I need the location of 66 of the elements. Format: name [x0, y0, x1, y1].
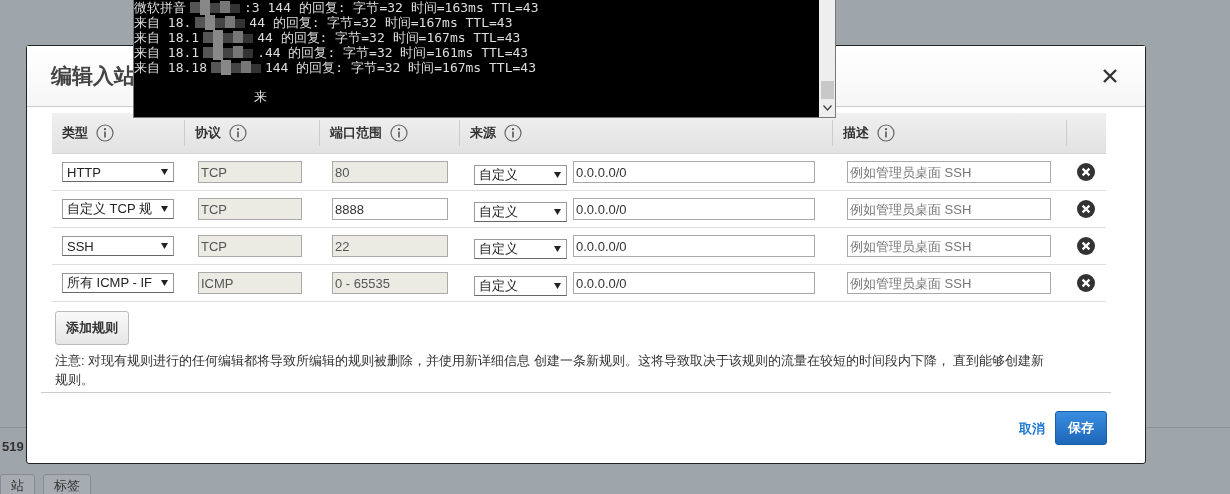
blurred-patch: [203, 45, 254, 60]
cidr-field[interactable]: 0.0.0.0/0: [573, 272, 815, 294]
tab[interactable]: 站: [0, 474, 35, 494]
info-icon[interactable]: [229, 124, 247, 142]
column-header: 类型: [62, 124, 88, 142]
cidr-field[interactable]: 0.0.0.0/0: [573, 198, 815, 220]
console-text: 来: [254, 89, 267, 104]
info-icon[interactable]: [877, 124, 895, 142]
description-field[interactable]: 例如管理员桌面 SSH: [847, 235, 1051, 257]
type-select[interactable]: 自定义 TCP 规: [62, 199, 174, 219]
console-text: .44 的回复: 字节=32 时间=161ms TTL=43: [257, 45, 529, 60]
description-field[interactable]: 例如管理员桌面 SSH: [847, 272, 1051, 294]
console-text: :3 144 的回复: 字节=32 时间=163ms TTL=43: [244, 0, 539, 15]
info-icon[interactable]: [390, 124, 408, 142]
column-header: 来源: [470, 124, 496, 142]
type-select[interactable]: SSH: [62, 236, 174, 256]
port-range-field[interactable]: 8888: [332, 198, 448, 220]
description-field[interactable]: 例如管理员桌面 SSH: [847, 161, 1051, 183]
info-icon[interactable]: [504, 124, 522, 142]
console-text: 44 的回复: 字节=32 时间=167ms TTL=43: [257, 30, 521, 45]
delete-icon[interactable]: [1077, 163, 1095, 181]
caret-icon: [161, 169, 168, 175]
cidr-field[interactable]: 0.0.0.0/0: [573, 235, 815, 257]
scroll-down-icon[interactable]: [822, 105, 832, 111]
caret-icon: [554, 246, 561, 252]
scrollbar[interactable]: [819, 0, 835, 117]
column-header: 描述: [843, 124, 869, 142]
close-button[interactable]: [1101, 67, 1119, 85]
console-text: 来自 18.18: [134, 60, 207, 75]
caret-icon: [161, 206, 168, 212]
console-text: 来自 18.: [134, 15, 192, 30]
add-rule-button[interactable]: 添加规则: [55, 311, 129, 345]
caret-icon: [554, 172, 561, 178]
info-icon[interactable]: [96, 124, 114, 142]
note-text: 注意: 对现有规则进行的任何编辑都将导致所编辑的规则被删除，并使用新详细信息 创建一条新规则。这将导致取决于该规则的流量在较短的时间段内下降， 直到能够创建新规则。: [55, 352, 1046, 389]
console-text: 44 的回复: 字节=32 时间=167ms TTL=43: [249, 15, 513, 30]
blurred-patch: [195, 15, 246, 30]
source-select[interactable]: 自定义: [474, 202, 567, 222]
count-text: 519: [2, 439, 24, 454]
tab[interactable]: 标签: [43, 474, 91, 494]
caret-icon: [554, 209, 561, 215]
save-button[interactable]: 保存: [1055, 411, 1107, 445]
console-text: 来自 18.1: [134, 45, 200, 60]
delete-icon[interactable]: [1077, 200, 1095, 218]
console-text: 144 的回复: 字节=32 时间=167ms TTL=43: [264, 60, 536, 75]
caret-icon: [554, 283, 561, 289]
type-select[interactable]: 所有 ICMP - IF: [62, 273, 174, 293]
caret-icon: [161, 243, 168, 249]
cancel-link[interactable]: 取消: [1019, 420, 1045, 438]
caret-icon: [161, 280, 168, 286]
delete-icon[interactable]: [1077, 274, 1095, 292]
column-header: 协议: [195, 124, 221, 142]
delete-icon[interactable]: [1077, 237, 1095, 255]
column-header: 端口范围: [330, 124, 382, 142]
blurred-patch: [210, 60, 261, 75]
console-text: 微软拼音: [134, 0, 186, 15]
blurred-patch: [203, 30, 254, 45]
console-text: 来自 18.1: [134, 30, 200, 45]
source-select[interactable]: 自定义: [474, 239, 567, 259]
dialog-title: 编辑入站: [51, 64, 135, 89]
type-select[interactable]: HTTP: [62, 162, 174, 182]
source-select[interactable]: 自定义: [474, 276, 567, 296]
source-select[interactable]: 自定义: [474, 165, 567, 185]
scroll-thumb[interactable]: [820, 81, 834, 99]
cidr-field[interactable]: 0.0.0.0/0: [573, 161, 815, 183]
description-field[interactable]: 例如管理员桌面 SSH: [847, 198, 1051, 220]
